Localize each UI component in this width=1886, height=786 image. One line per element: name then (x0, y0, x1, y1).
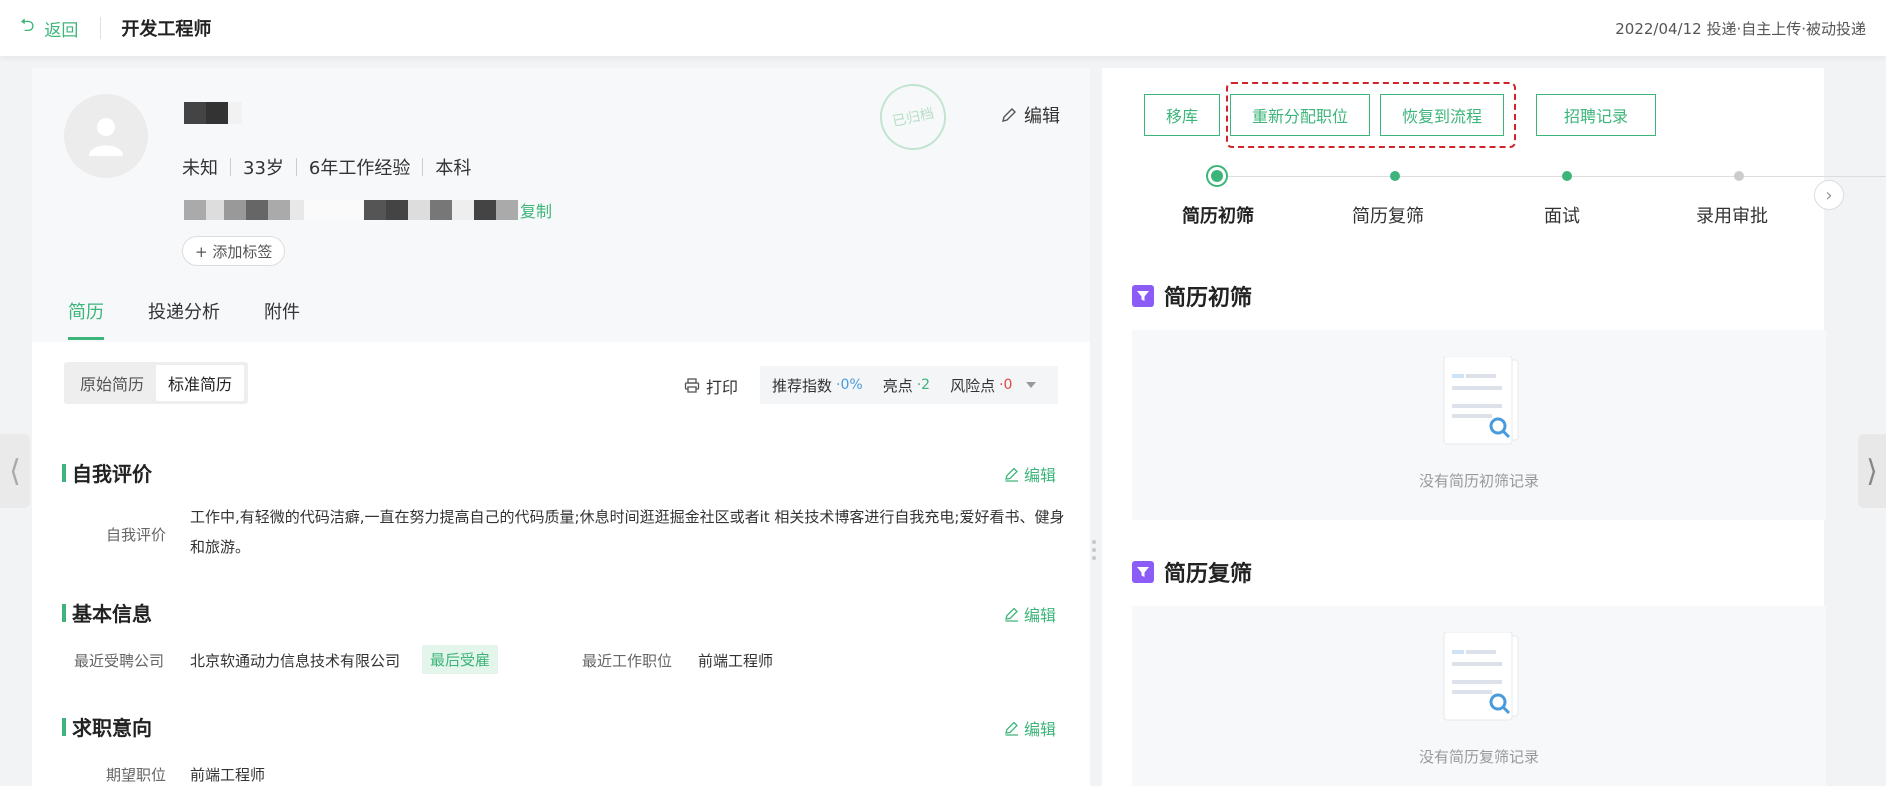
step-interview[interactable]: 面试 (1544, 202, 1580, 228)
basic-info-title: 基本信息 (62, 598, 152, 627)
collapse-right-button[interactable]: ⟩ (1858, 434, 1886, 508)
empty-document-icon (1443, 356, 1519, 445)
empty-text: 没有简历初筛记录 (1418, 472, 1539, 490)
job-title: 开发工程师 (121, 19, 212, 40)
move-library-button[interactable]: 移库 (1144, 94, 1220, 136)
edit-profile-button[interactable]: 编辑 (1000, 102, 1060, 128)
candidate-meta: 未知 33岁 6年工作经验 本科 (182, 154, 471, 180)
risk-value: ·0 (999, 377, 1013, 393)
age: 33岁 (243, 158, 284, 179)
highlight-value: ·2 (916, 377, 931, 393)
add-tag-button[interactable]: + 添加标签 (182, 236, 286, 266)
avatar (64, 94, 148, 178)
screening-section-title: 简历初筛 (1132, 280, 1252, 312)
resume-tabs: 简历 投递分析 附件 (68, 298, 344, 340)
recent-position-value: 前端工程师 (698, 652, 774, 670)
back-arrow-icon: ⮌ (20, 15, 35, 36)
top-bar: ⮌ 返回 开发工程师 2022/04/12 投递·自主上传·被动投递 (0, 0, 1886, 56)
gender: 未知 (182, 158, 218, 179)
stamp-text: 已归档 (891, 105, 936, 131)
experience: 6年工作经验 (308, 158, 411, 179)
step-resume-screening[interactable]: 简历初筛 (1182, 202, 1254, 228)
expected-position-value: 前端工程师 (190, 766, 266, 784)
edit-label: 编辑 (1024, 720, 1057, 739)
collapse-left-button[interactable]: ⟨ (0, 434, 30, 508)
application-meta: 2022/04/12 投递·自主上传·被动投递 (1615, 19, 1866, 38)
screening-empty-state: 没有简历初筛记录 (1132, 330, 1826, 520)
contact-redacted: 复制 (184, 198, 552, 222)
recruitment-records-button[interactable]: 招聘记录 (1536, 94, 1656, 136)
steps-line (1218, 176, 1886, 177)
expected-position-label: 期望职位 (106, 766, 167, 784)
user-icon (89, 118, 123, 156)
self-eval-title: 自我评价 (62, 458, 152, 487)
job-intent-edit-button[interactable]: 编辑 (1004, 716, 1056, 740)
basic-info-edit-button[interactable]: 编辑 (1004, 602, 1056, 626)
standard-resume-option[interactable]: 标准简历 (156, 365, 245, 401)
recent-position-label: 最近工作职位 (582, 652, 673, 670)
pencil-icon (1002, 108, 1016, 122)
resume-view-toggle: 原始简历 标准简历 (64, 362, 249, 404)
separator (230, 158, 231, 176)
recommend-label: 推荐指数 (772, 376, 833, 395)
candidate-name-redacted (184, 102, 242, 124)
score-summary[interactable]: 推荐指数 ·0% 亮点 ·2 风险点 ·0 (760, 366, 1058, 404)
original-resume-option[interactable]: 原始简历 (68, 365, 156, 401)
tab-attachments[interactable]: 附件 (264, 298, 300, 340)
self-eval-text: 工作中,有轻微的代码洁癖,一直在努力提高自己的代码质量;休息时间逛逛掘金社区或者… (190, 508, 1065, 556)
panel-resize-handle[interactable] (1092, 540, 1098, 560)
filter-icon (1132, 285, 1154, 307)
print-button[interactable]: 打印 (684, 374, 738, 398)
chevron-down-icon[interactable] (1026, 382, 1037, 388)
separator (295, 158, 297, 176)
recent-company-label: 最近受聘公司 (74, 652, 165, 670)
back-button[interactable]: ⮌ 返回 (20, 13, 78, 43)
process-records: 简历初筛 没有简历初筛记录 简历复筛 没有简历复筛记录 (1102, 246, 1826, 786)
step-dot-current (1206, 165, 1228, 187)
section-title-text: 简历复筛 (1164, 562, 1253, 587)
edit-label: 编辑 (1024, 106, 1060, 127)
pencil-icon (1005, 467, 1018, 482)
candidate-panel: 已归档 编辑 未知 33岁 6年工作经验 本科 复制 + 添加标签 简历 投递分… (32, 68, 1090, 786)
copy-button[interactable]: 复制 (520, 198, 552, 222)
process-panel: 移库 重新分配职位 恢复到流程 招聘记录 简历初筛 简历复筛 面试 录用审批 › (1102, 68, 1886, 246)
recommend-value: ·0% (836, 377, 863, 393)
archived-stamp: 已归档 (873, 77, 953, 157)
step-dot-done (1562, 171, 1572, 181)
print-label: 打印 (706, 378, 739, 397)
rescreening-section-title: 简历复筛 (1132, 556, 1252, 588)
printer-icon (684, 378, 700, 393)
risk-label: 风险点 (950, 376, 996, 395)
self-eval-label: 自我评价 (106, 526, 167, 544)
job-intent-title: 求职意向 (62, 712, 152, 741)
chevron-right-icon[interactable]: › (1814, 180, 1844, 210)
recent-company-value: 北京软通动力信息技术有限公司 (190, 652, 401, 670)
step-dot-pending (1734, 171, 1744, 181)
highlight-box (1226, 82, 1516, 148)
last-employed-badge: 最后受雇 (422, 645, 499, 674)
separator (422, 158, 424, 176)
tab-delivery-analysis[interactable]: 投递分析 (148, 298, 220, 340)
edit-label: 编辑 (1024, 606, 1057, 625)
edit-label: 编辑 (1024, 466, 1057, 485)
filter-icon (1132, 561, 1154, 583)
back-label: 返回 (44, 20, 79, 41)
empty-document-icon (1443, 632, 1519, 721)
divider (100, 17, 102, 39)
step-resume-rescreening[interactable]: 简历复筛 (1352, 202, 1424, 228)
rescreening-empty-state: 没有简历复筛记录 (1132, 606, 1826, 786)
highlight-label: 亮点 (882, 376, 913, 395)
tab-resume[interactable]: 简历 (68, 298, 104, 340)
profile-header: 已归档 编辑 未知 33岁 6年工作经验 本科 复制 + 添加标签 简历 投递分… (32, 68, 1090, 342)
section-title-text: 简历初筛 (1164, 286, 1253, 311)
self-eval-edit-button[interactable]: 编辑 (1004, 462, 1056, 486)
education: 本科 (435, 158, 472, 179)
step-dot-done (1390, 171, 1400, 181)
empty-text: 没有简历复筛记录 (1418, 748, 1539, 766)
step-hire-approval[interactable]: 录用审批 (1696, 202, 1768, 228)
pencil-icon (1005, 721, 1018, 736)
pencil-icon (1005, 607, 1018, 622)
